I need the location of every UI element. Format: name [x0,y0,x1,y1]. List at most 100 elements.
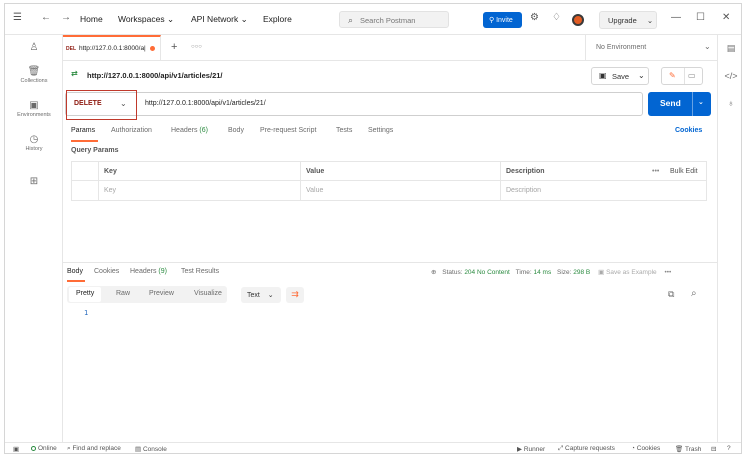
status-bar: ▣ Online ⌕ Find and replace ▤ Console ▶ … [5,442,741,453]
tab-settings[interactable]: Settings [368,127,393,134]
request-title[interactable]: http://127.0.0.1:8000/api/v1/articles/21… [87,71,223,80]
sidebar-item-history[interactable]: ◷ History [5,134,63,152]
status-value[interactable]: 204 No Content [464,269,510,276]
chevron-down-icon: ⌄ [704,42,711,51]
size-value[interactable]: 298 B [573,269,590,276]
home-link[interactable]: Home [80,14,103,24]
url-input[interactable]: http://127.0.0.1:8000/api/v1/articles/21… [145,100,266,107]
save-as-example-button[interactable]: Save as Example [606,269,657,276]
tab-tests[interactable]: Tests [336,127,352,134]
bell-icon[interactable]: ♢ [552,12,561,23]
view-visualize[interactable]: Visualize [194,290,222,297]
headers-count-badge: (6) [199,127,208,134]
column-header-description: Description [506,168,545,175]
environment-selector[interactable]: No Environment ⌄ [585,35,717,61]
close-icon[interactable]: ✕ [722,12,730,23]
tab-authorization[interactable]: Authorization [111,127,152,134]
format-label: Text [247,292,260,299]
cookies-button[interactable]: ◔ Cookies [631,445,660,452]
more-tabs-icon[interactable]: ○○○ [191,44,202,50]
tab-response-cookies[interactable]: Cookies [94,268,119,275]
wrap-lines-icon[interactable]: ⇉ [286,287,304,303]
tab-test-results[interactable]: Test Results [181,268,219,275]
console-button[interactable]: ▤ Console [135,445,167,453]
active-tab-underline [67,280,85,282]
workspaces-menu[interactable]: Workspaces ⌄ [118,14,174,25]
runner-button[interactable]: ▶ Runner [517,445,545,453]
history-icon: ◷ [29,134,39,145]
send-label: Send [660,98,681,108]
description-input[interactable]: Description [506,187,541,194]
sidebar-item-label: Collections [20,78,48,84]
hamburger-icon[interactable]: ☰ [13,12,22,23]
tab-params[interactable]: Params [71,127,95,134]
search-icon[interactable]: ⌕ [691,288,697,299]
comment-icon[interactable]: ▭ [688,71,696,80]
code-icon[interactable]: </> [718,71,741,81]
tab-body[interactable]: Body [228,127,244,134]
unsaved-dot-icon [149,45,155,51]
settings-icon[interactable]: ⚙ [530,12,539,23]
send-button[interactable]: Send ⌄ [648,92,711,116]
response-view-switcher: Pretty Raw Preview Visualize [67,286,227,303]
search-icon: ⌕ [348,15,354,25]
maximize-icon[interactable]: ☐ [696,12,705,23]
explore-link[interactable]: Explore [263,14,292,24]
tab-headers[interactable]: Headers (6) [171,127,208,134]
divider [98,162,99,200]
environments-icon: ▣ [29,100,39,111]
lightbulb-icon[interactable]: ♁ [718,98,741,108]
more-options-icon[interactable]: ••• [652,168,659,175]
query-params-table: Key Value Description ••• Bulk Edit Key … [71,161,707,201]
search-input[interactable]: ⌕ Search Postman [339,11,449,28]
save-button[interactable]: ▣ Save ⌄ [591,67,649,85]
view-pretty[interactable]: Pretty [69,287,102,302]
more-options-icon[interactable]: ••• [664,269,671,276]
view-raw[interactable]: Raw [116,290,130,297]
tab-response-headers[interactable]: Headers (9) [130,268,167,275]
sidebar-item-user[interactable]: ♙ [5,42,63,53]
time-value[interactable]: 14 ms [534,269,552,276]
minimize-icon[interactable]: — [671,12,681,23]
api-network-menu[interactable]: API Network ⌄ [191,14,248,25]
help-icon[interactable]: ? [727,445,731,452]
top-bar: ☰ ← → Home Workspaces ⌄ API Network ⌄ Ex… [5,4,741,35]
view-preview[interactable]: Preview [149,290,174,297]
cookies-link[interactable]: Cookies [675,127,702,134]
chevron-down-icon[interactable]: ⌄ [698,98,704,106]
request-tab[interactable]: DEL http://127.0.0.1:8000/a| [63,35,161,61]
online-status[interactable]: Online [31,445,57,452]
environment-label: No Environment [596,44,647,51]
key-input[interactable]: Key [104,187,116,194]
capture-requests-button[interactable]: ⤢ Capture requests [558,445,615,453]
back-arrow-icon[interactable]: ← [41,12,51,23]
value-input[interactable]: Value [306,187,323,194]
copy-icon[interactable]: ⧉ [668,289,674,300]
chevron-down-icon: ⌄ [166,14,175,24]
invite-button[interactable]: ⚲ Invite [483,12,522,28]
avatar[interactable] [572,14,584,26]
layout-icon[interactable]: ⊟ [711,445,716,453]
capture-icon: ⤢ [558,445,564,452]
sidebar-item-label: Environments [17,112,51,118]
forward-arrow-icon[interactable]: → [61,12,71,23]
upgrade-button[interactable]: Upgrade ⌄ [599,11,657,29]
search-placeholder: Search Postman [360,16,416,25]
tab-prerequest-script[interactable]: Pre-request Script [260,127,316,134]
bulk-edit-link[interactable]: Bulk Edit [670,168,698,175]
query-params-title: Query Params [71,147,119,154]
headers-count-badge: (9) [158,268,167,275]
tab-response-body[interactable]: Body [67,268,83,275]
pencil-icon[interactable]: ✎ [669,71,676,80]
sidebar-item-environments[interactable]: ▣ Environments [5,100,63,118]
find-replace-button[interactable]: ⌕ Find and replace [67,445,121,453]
sidebar-item-label: History [25,146,43,152]
sidebar-item-collections[interactable]: 🗑 Collections [5,66,63,84]
trash-button[interactable]: 🗑 Trash [675,445,701,453]
collections-icon: 🗑 [27,66,41,77]
sidebar-toggle-icon[interactable]: ▣ [13,445,19,453]
format-select[interactable]: Text ⌄ [241,287,281,303]
new-tab-plus-icon[interactable]: + [171,41,177,53]
sidebar-item-apps[interactable]: ⊞ [5,176,63,187]
documentation-icon[interactable]: ▤ [718,43,741,54]
